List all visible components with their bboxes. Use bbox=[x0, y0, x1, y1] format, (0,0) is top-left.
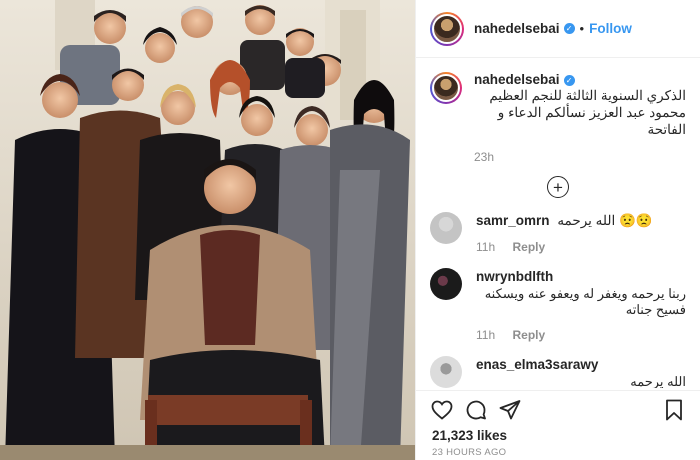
likes-count[interactable]: 21,323 likes bbox=[432, 428, 507, 443]
commenter-username[interactable]: enas_elma3sarawy bbox=[476, 357, 598, 372]
comment-icon[interactable] bbox=[462, 396, 490, 424]
commenter-avatar[interactable] bbox=[430, 356, 462, 388]
comments-section[interactable]: nahedelsebai ✓ الذكري السنوية الثالثة لل… bbox=[416, 58, 700, 388]
commenter-avatar[interactable] bbox=[430, 212, 462, 244]
post-actions-bar bbox=[416, 390, 700, 428]
post-caption: nahedelsebai ✓ الذكري السنوية الثالثة لل… bbox=[430, 72, 686, 164]
post-header: nahedelsebai ✓ • Follow bbox=[416, 0, 700, 58]
comment-text: الله يرحمه 😟😟 bbox=[557, 213, 653, 228]
comment-meta: 11h Reply bbox=[476, 240, 686, 254]
comment-time: 11h bbox=[476, 328, 496, 342]
author-avatar[interactable] bbox=[430, 11, 464, 46]
verified-badge-icon: ✓ bbox=[563, 75, 575, 86]
author-username[interactable]: nahedelsebai bbox=[474, 21, 560, 36]
load-more-comments[interactable]: + bbox=[430, 176, 686, 198]
comment-item: enas_elma3sarawy الله يرحمه bbox=[430, 356, 686, 388]
reply-button[interactable]: Reply bbox=[512, 240, 545, 254]
post-side-panel: nahedelsebai ✓ • Follow nahedelsebai ✓ ا… bbox=[415, 0, 700, 460]
separator-dot: • bbox=[579, 21, 585, 36]
post-photo[interactable] bbox=[0, 0, 415, 460]
group-photo-illustration bbox=[0, 0, 415, 460]
bookmark-icon[interactable] bbox=[660, 396, 688, 424]
commenter-avatar[interactable] bbox=[430, 268, 462, 300]
commenter-username[interactable]: nwrynbdlfth bbox=[476, 269, 553, 284]
caption-author-username[interactable]: nahedelsebai bbox=[474, 72, 560, 87]
commenter-username[interactable]: samr_omrn bbox=[476, 213, 550, 228]
comment-text: ربنا يرحمه ويغفر له ويعفو عنه ويسكنه فسي… bbox=[484, 286, 686, 317]
comment-meta: 11h Reply bbox=[476, 328, 686, 342]
comment-time: 11h bbox=[476, 240, 496, 254]
caption-text: الذكري السنوية الثالثة للنجم العظيم محمو… bbox=[489, 88, 686, 137]
comment-item: nwrynbdlfth ربنا يرحمه ويغفر له ويعفو عن… bbox=[430, 268, 686, 342]
verified-badge-icon: ✓ bbox=[563, 23, 575, 34]
follow-button[interactable]: Follow bbox=[589, 21, 632, 36]
comment-item: samr_omrn الله يرحمه 😟😟 11h Reply bbox=[430, 212, 686, 254]
share-icon[interactable] bbox=[496, 396, 524, 424]
post-timestamp: 23 HOURS AGO bbox=[432, 447, 507, 458]
heart-icon[interactable] bbox=[428, 396, 456, 424]
plus-circle-icon[interactable]: + bbox=[547, 176, 569, 198]
caption-author-avatar[interactable] bbox=[430, 72, 462, 104]
comment-text: الله يرحمه bbox=[630, 374, 686, 388]
caption-time: 23h bbox=[474, 150, 495, 164]
reply-button[interactable]: Reply bbox=[512, 328, 545, 342]
